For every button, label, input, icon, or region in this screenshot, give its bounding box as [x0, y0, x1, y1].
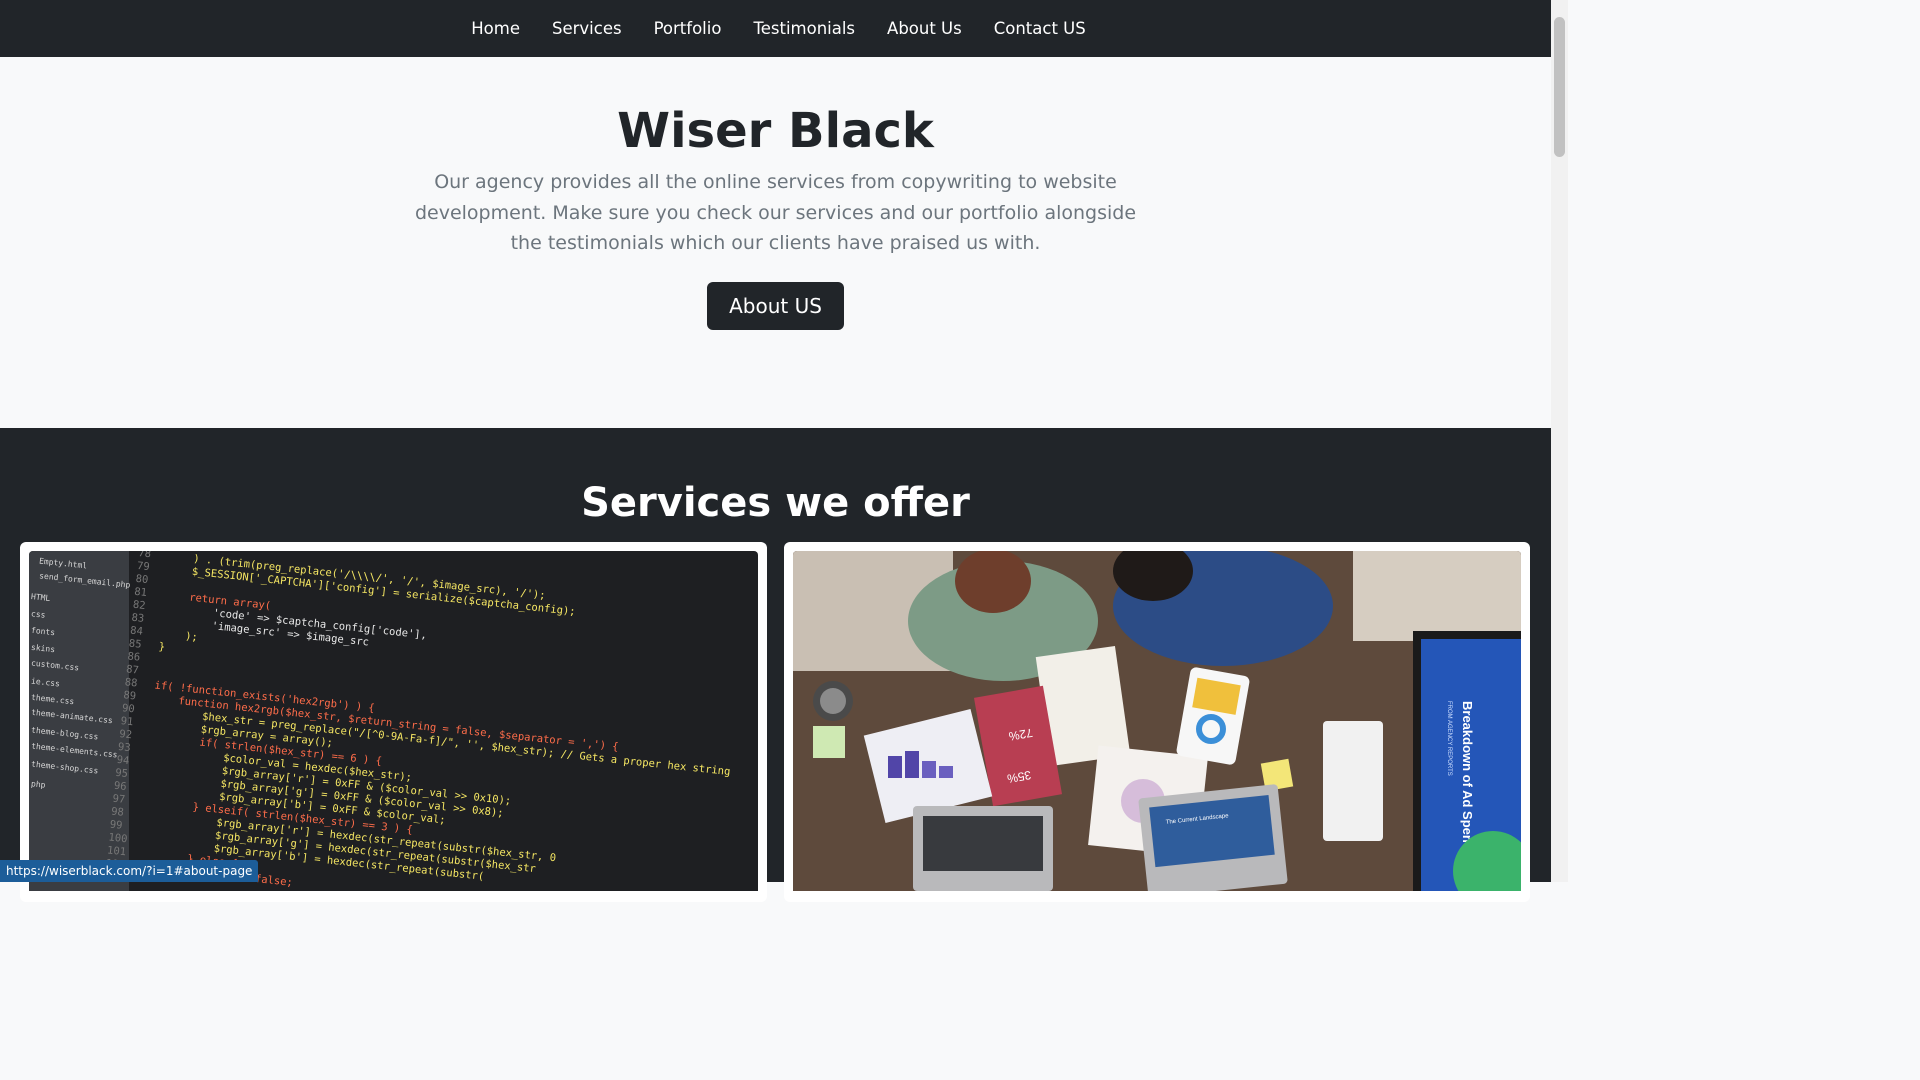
- hero-section: Wiser Black Our agency provides all the …: [0, 57, 1551, 428]
- service-card-web-development[interactable]: Empty.html send_form_email.php HTML css font…: [20, 542, 767, 902]
- nav-link-contact-us[interactable]: Contact US: [978, 0, 1102, 57]
- service-card-marketing[interactable]: 72% 35% The Current Landscape Breakdown …: [784, 542, 1530, 902]
- link-hover-status-bar: https://wiserblack.com/?i=1#about-page: [0, 860, 259, 882]
- file-tree-item: send_form_email.php: [38, 571, 131, 590]
- nav-link-services[interactable]: Services: [536, 0, 638, 57]
- code-lines: 78 ) . (trim(preg_replace('/\\\\/', '/',…: [105, 551, 758, 891]
- file-tree-item: php: [30, 779, 46, 790]
- services-title: Services we offer: [581, 480, 970, 526]
- file-tree-item: theme-animate.css: [30, 707, 114, 726]
- services-section: Services we offer Empty.html send_form_em…: [0, 428, 1551, 902]
- file-tree-item: theme.css: [30, 692, 75, 707]
- file-tree-item: Empty.html: [38, 556, 88, 571]
- report-subtitle: FROM AGENCY REPORTS: [1446, 701, 1452, 776]
- file-tree-item: css: [30, 609, 46, 620]
- file-tree-item: theme-blog.css: [30, 725, 99, 742]
- file-tree-item: custom.css: [30, 658, 80, 673]
- about-us-button[interactable]: About US: [707, 282, 844, 330]
- top-navbar: Home Services Portfolio Testimonials Abo…: [0, 0, 1551, 57]
- code-editor-image: Empty.html send_form_email.php HTML css font…: [29, 551, 758, 891]
- page-scrollbar[interactable]: [1551, 0, 1568, 882]
- file-tree-item: skins: [30, 642, 56, 655]
- hero-title: Wiser Black: [617, 103, 934, 159]
- scrollbar-thumb[interactable]: [1554, 17, 1565, 157]
- code-text: }: [158, 640, 166, 654]
- team-desk-image: 72% 35% The Current Landscape Breakdown …: [793, 551, 1521, 891]
- nav-link-home[interactable]: Home: [455, 0, 536, 57]
- nav-link-about-us[interactable]: About Us: [871, 0, 978, 57]
- nav-link-portfolio[interactable]: Portfolio: [638, 0, 738, 57]
- hero-lead-text: Our agency provides all the online servi…: [414, 171, 1137, 254]
- report-title: Breakdown of Ad Spend: [1460, 701, 1475, 851]
- file-tree-item: HTML: [30, 592, 51, 603]
- nav-list: Home Services Portfolio Testimonials Abo…: [455, 0, 1101, 57]
- file-tree-item: ie.css: [30, 676, 61, 689]
- file-tree-item: theme-elements.css: [30, 741, 118, 760]
- nav-link-testimonials[interactable]: Testimonials: [737, 0, 871, 57]
- desk-photo-illustration: 72% 35% The Current Landscape Breakdown …: [793, 551, 1521, 891]
- file-tree-item: fonts: [30, 625, 56, 638]
- file-tree-item: theme-shop.css: [30, 759, 99, 776]
